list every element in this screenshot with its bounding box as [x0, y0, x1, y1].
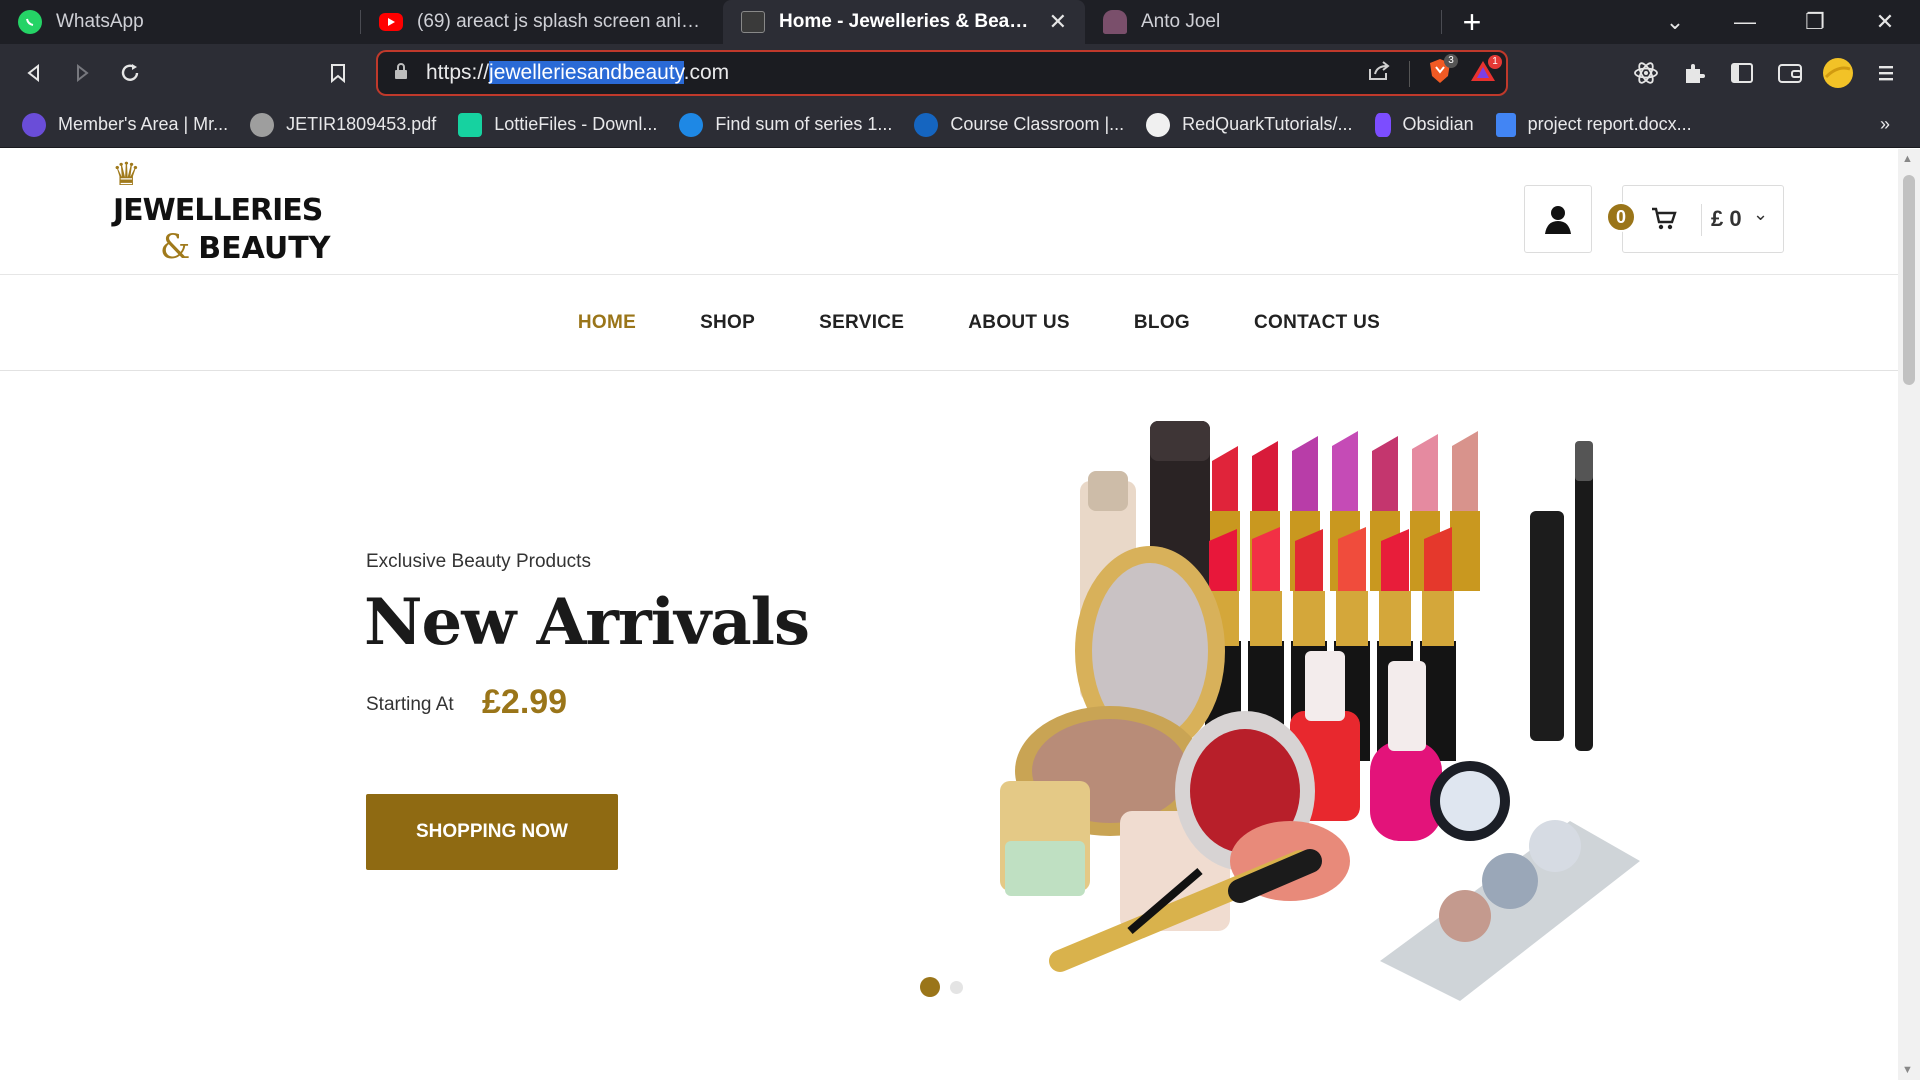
- close-window-icon[interactable]: ✕: [1850, 9, 1920, 35]
- tab-search-chevron-icon[interactable]: ⌄: [1640, 9, 1710, 35]
- new-tab-plus-icon[interactable]: +: [1442, 4, 1502, 41]
- lock-icon: [394, 62, 408, 84]
- bookmark-icon[interactable]: [314, 49, 362, 97]
- obsidian-icon: [1374, 112, 1391, 137]
- cosmetics-product-image: [1000, 421, 1640, 1001]
- bookmark-item[interactable]: Obsidian: [1374, 112, 1474, 137]
- bookmark-item[interactable]: LottieFiles - Downl...: [458, 112, 657, 137]
- react-devtools-icon[interactable]: [1622, 49, 1670, 97]
- site-header: ♛ JEWELLERIES & BEAUTY £ 0 ⌄ 0: [0, 149, 1898, 275]
- nav-blog[interactable]: BLOG: [1134, 312, 1190, 334]
- starting-at-label: Starting At: [366, 694, 454, 715]
- extensions-puzzle-icon[interactable]: [1670, 49, 1718, 97]
- restore-icon[interactable]: ❐: [1780, 9, 1850, 35]
- bookmarks-overflow-icon[interactable]: »: [1880, 114, 1890, 135]
- brave-shields-icon[interactable]: 3: [1428, 54, 1458, 89]
- user-icon: [1545, 206, 1571, 234]
- nav-service[interactable]: SERVICE: [819, 312, 904, 334]
- web-page: ♛ JEWELLERIES & BEAUTY £ 0 ⌄ 0 HOME SHOP …: [0, 149, 1898, 1080]
- globe-icon: [250, 112, 275, 137]
- minimize-icon[interactable]: —: [1710, 9, 1780, 35]
- sidebar-toggle-icon[interactable]: [1718, 49, 1766, 97]
- share-icon[interactable]: [1367, 61, 1391, 86]
- slider-dot-2[interactable]: [950, 980, 963, 994]
- cart-button[interactable]: £ 0 ⌄: [1622, 185, 1784, 253]
- profile-favicon-icon: [1103, 10, 1127, 34]
- bookmark-item[interactable]: Course Classroom |...: [914, 112, 1124, 137]
- shopping-now-button[interactable]: SHOPPING NOW: [366, 794, 618, 870]
- wallet-icon[interactable]: [1766, 49, 1814, 97]
- main-nav: HOME SHOP SERVICE ABOUT US BLOG CONTACT …: [0, 275, 1898, 371]
- menu-icon[interactable]: [1862, 49, 1910, 97]
- site-favicon-icon: [741, 11, 765, 33]
- whatsapp-icon: [18, 10, 42, 34]
- bookmarks-bar: Member's Area | Mr... JETIR1809453.pdf L…: [0, 102, 1920, 148]
- brave-rewards-icon[interactable]: 1: [1470, 55, 1502, 88]
- close-tab-icon[interactable]: ✕: [1049, 9, 1067, 35]
- github-icon: [1146, 112, 1171, 137]
- tab-anto-joel[interactable]: Anto Joel: [1085, 0, 1441, 44]
- crown-icon: ♛: [112, 156, 141, 192]
- hero-slider: Exclusive Beauty Products New Arrivals S…: [0, 371, 1898, 1080]
- lottiefiles-icon: [458, 112, 483, 137]
- back-icon[interactable]: [10, 49, 58, 97]
- browser-toolbar: https://jewelleriesandbeauty.com 3 1: [0, 44, 1920, 102]
- cart-total: £ 0: [1711, 206, 1742, 231]
- google-docs-icon: [1495, 112, 1516, 137]
- nav-contact-us[interactable]: CONTACT US: [1254, 312, 1380, 334]
- nav-shop[interactable]: SHOP: [700, 312, 755, 334]
- profile-avatar-icon[interactable]: [1814, 49, 1862, 97]
- nav-home[interactable]: HOME: [578, 312, 636, 334]
- tab-youtube[interactable]: (69) areact js splash screen animation: [361, 0, 723, 44]
- tab-title: (69) areact js splash screen animation: [417, 11, 705, 32]
- bookmark-favicon-icon: [22, 112, 46, 137]
- bookmark-item[interactable]: project report.docx...: [1495, 112, 1692, 137]
- slider-pagination: [920, 977, 963, 997]
- site-logo[interactable]: ♛ JEWELLERIES & BEAUTY: [110, 155, 370, 267]
- account-button[interactable]: [1524, 185, 1592, 253]
- hero-title: New Arrivals: [364, 585, 810, 660]
- page-scrollbar[interactable]: ▲ ▼: [1898, 149, 1920, 1080]
- nav-about-us[interactable]: ABOUT US: [968, 312, 1070, 334]
- bookmark-item[interactable]: JETIR1809453.pdf: [250, 112, 436, 137]
- hero-subtitle: Exclusive Beauty Products: [366, 551, 591, 572]
- tab-jewelleries-active[interactable]: Home - Jewelleries & Beauty ✕: [723, 0, 1085, 44]
- scroll-up-arrow-icon[interactable]: ▲: [1902, 153, 1913, 165]
- tab-strip: WhatsApp (69) areact js splash screen an…: [0, 0, 1920, 44]
- tab-title: WhatsApp: [56, 11, 144, 32]
- cart-icon: [1652, 207, 1677, 230]
- scroll-down-arrow-icon[interactable]: ▼: [1902, 1064, 1913, 1076]
- url-text[interactable]: https://jewelleriesandbeauty.com: [426, 61, 729, 85]
- rewards-count-badge: 1: [1488, 55, 1502, 69]
- tab-whatsapp[interactable]: WhatsApp: [0, 0, 360, 44]
- shields-count-badge: 3: [1444, 54, 1458, 68]
- scrollbar-thumb[interactable]: [1903, 175, 1915, 385]
- tab-title: Anto Joel: [1141, 11, 1221, 32]
- slider-dot-1[interactable]: [920, 977, 940, 997]
- codestudio-icon: [679, 112, 704, 137]
- bookmark-item[interactable]: RedQuarkTutorials/...: [1146, 112, 1353, 137]
- tab-title: Home - Jewelleries & Beauty: [779, 11, 1035, 32]
- youtube-icon: [379, 13, 403, 31]
- chevron-down-icon[interactable]: ⌄: [1753, 204, 1768, 225]
- cart-count-badge: 0: [1606, 202, 1636, 232]
- address-bar[interactable]: https://jewelleriesandbeauty.com 3 1: [376, 50, 1508, 96]
- course-e-icon: [914, 112, 939, 137]
- hero-price: £2.99: [482, 683, 568, 721]
- bookmark-item[interactable]: Member's Area | Mr...: [22, 112, 228, 137]
- forward-icon[interactable]: [58, 49, 106, 97]
- bookmark-item[interactable]: Find sum of series 1...: [679, 112, 892, 137]
- reload-icon[interactable]: [106, 49, 154, 97]
